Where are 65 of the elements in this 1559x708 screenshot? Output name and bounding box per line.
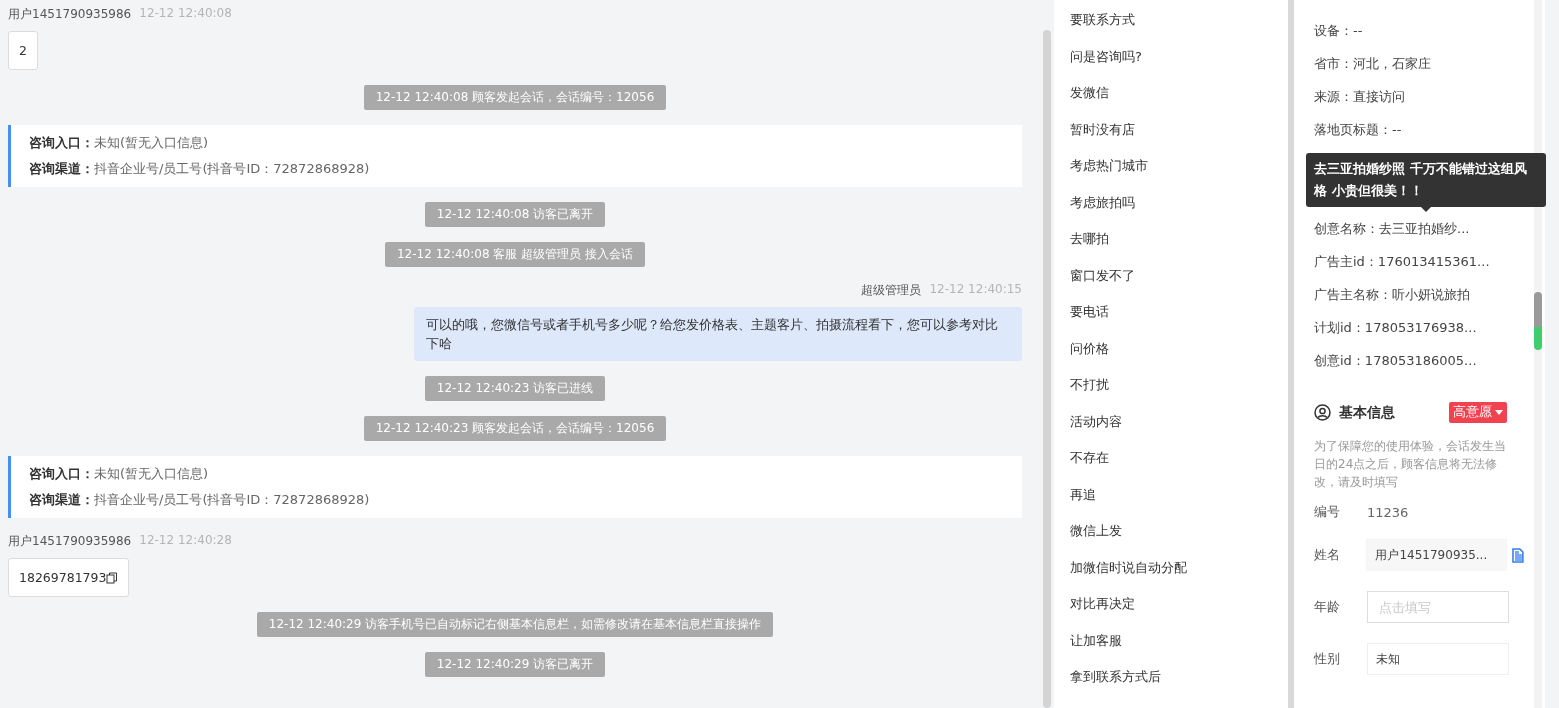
visitor-info-row-text: 广告主名称：听小妍说旅拍: [1314, 286, 1471, 304]
system-notice: 12-12 12:40:29 访客已离开: [424, 652, 606, 677]
scrollbar[interactable]: [1043, 30, 1051, 708]
field-label: 性别: [1314, 650, 1341, 668]
field-label: 编号: [1314, 503, 1341, 521]
message-time: 12-12 12:40:28: [139, 533, 232, 549]
message-time: 12-12 12:40:08: [139, 6, 232, 22]
system-notice: 12-12 12:40:08 访客已离开: [424, 202, 606, 227]
visitor-info-row-text: 落地页标题：--: [1314, 121, 1403, 139]
visitor-info-row-text: 省市：河北，石家庄: [1314, 55, 1432, 73]
quick-reply-item[interactable]: 对比再决定: [1070, 594, 1288, 614]
message-bubble: 可以的哦，您微信号或者手机号多少呢？给您发价格表、主题客片、拍摄流程看下，您可以参考对比下哈: [414, 307, 1022, 361]
caret-icon: [1495, 410, 1503, 415]
entry-info-line: 咨询入口：未知(暂无入口信息): [29, 465, 210, 483]
section-title: 基本信息: [1339, 403, 1396, 422]
quick-reply-item[interactable]: 窗口发不了: [1070, 265, 1288, 286]
quick-reply-item[interactable]: 不打扰: [1070, 375, 1288, 395]
entry-info-line: 咨询渠道：抖音企业号/员工号(抖音号ID：72872868928): [29, 160, 371, 178]
quick-reply-item[interactable]: 再追: [1070, 484, 1288, 505]
scrollbar[interactable]: [1534, 292, 1542, 350]
message-bubble: 18269781793: [8, 558, 130, 597]
quick-reply-item[interactable]: 暂时没有店: [1070, 119, 1288, 140]
sender-name: 超级管理员: [861, 282, 922, 299]
quick-reply-item[interactable]: 要电话: [1070, 302, 1288, 322]
intent-dropdown[interactable]: 高意愿: [1449, 402, 1507, 423]
select-field[interactable]: 未知: [1367, 643, 1509, 675]
visitor-info-row-text: 创意id：178053186005...: [1314, 352, 1478, 370]
system-notice: 12-12 12:40:08 客服 超级管理员 接入会话: [385, 242, 645, 267]
system-notice: 12-12 12:40:29 访客手机号已自动标记右侧基本信息栏，如需修改请在基本信息栏直接操作: [256, 612, 774, 637]
field-label: 姓名: [1314, 546, 1341, 564]
visitor-info-row-text: 来源：直接访问: [1314, 88, 1406, 106]
system-notice: 12-12 12:40:23 顾客发起会话，会话编号：12056: [363, 416, 667, 441]
message-time: 12-12 12:40:15: [929, 282, 1022, 298]
quick-reply-item[interactable]: 发微信: [1070, 83, 1288, 103]
entry-info-line: 咨询入口：未知(暂无入口信息): [29, 134, 210, 152]
quick-reply-item[interactable]: 问是咨询吗?: [1070, 46, 1288, 67]
quick-reply-item[interactable]: 拿到联系方式后: [1070, 667, 1288, 687]
visitor-info-row-text: 创意名称：去三亚拍婚纱...: [1314, 220, 1471, 238]
quick-reply-item[interactable]: 去哪拍: [1070, 229, 1288, 249]
quick-reply-item[interactable]: 加微信时说自动分配: [1070, 557, 1288, 578]
user-circle-icon: [1314, 404, 1331, 421]
field-label: 年龄: [1314, 598, 1341, 616]
tooltip-pointer: [1421, 207, 1431, 212]
quick-reply-item[interactable]: 问价格: [1070, 338, 1288, 359]
entry-info-line: 咨询渠道：抖音企业号/员工号(抖音号ID：72872868928): [29, 491, 371, 509]
notice-text: 为了保障您的使用体验，会话发生当日的24点之后，顾客信息将无法修改，请及时填写: [1314, 438, 1507, 491]
name-field[interactable]: 用户1451790935...: [1366, 539, 1508, 571]
system-notice: 12-12 12:40:23 访客已进线: [424, 376, 606, 401]
quick-reply-item[interactable]: 考虑热门城市: [1070, 156, 1288, 176]
sender-name: 用户1451790935986: [8, 6, 132, 23]
copy-icon[interactable]: [106, 571, 119, 584]
sender-name: 用户1451790935986: [8, 533, 132, 550]
quick-reply-item[interactable]: 让加客服: [1070, 630, 1288, 651]
quick-reply-item[interactable]: 微信上发: [1070, 521, 1288, 541]
field-value: 11236: [1367, 504, 1409, 520]
message-bubble: 2: [8, 31, 38, 70]
quick-reply-item[interactable]: 不存在: [1070, 448, 1288, 468]
visitor-info-row-text: 计划id：178053176938...: [1314, 319, 1478, 337]
quick-reply-item[interactable]: 考虑旅拍吗: [1070, 192, 1288, 213]
visitor-info-row-text: 广告主id：176013415361...: [1314, 253, 1491, 271]
quick-reply-item[interactable]: 要联系方式: [1070, 10, 1288, 30]
tooltip: 去三亚拍婚纱照 千万不能错过这组风格 小贵但很美！！: [1306, 153, 1546, 207]
visitor-info-row-text: 设备：--: [1314, 22, 1364, 40]
system-notice: 12-12 12:40:08 顾客发起会话，会话编号：12056: [363, 85, 667, 110]
quick-reply-item[interactable]: 活动内容: [1070, 411, 1288, 432]
